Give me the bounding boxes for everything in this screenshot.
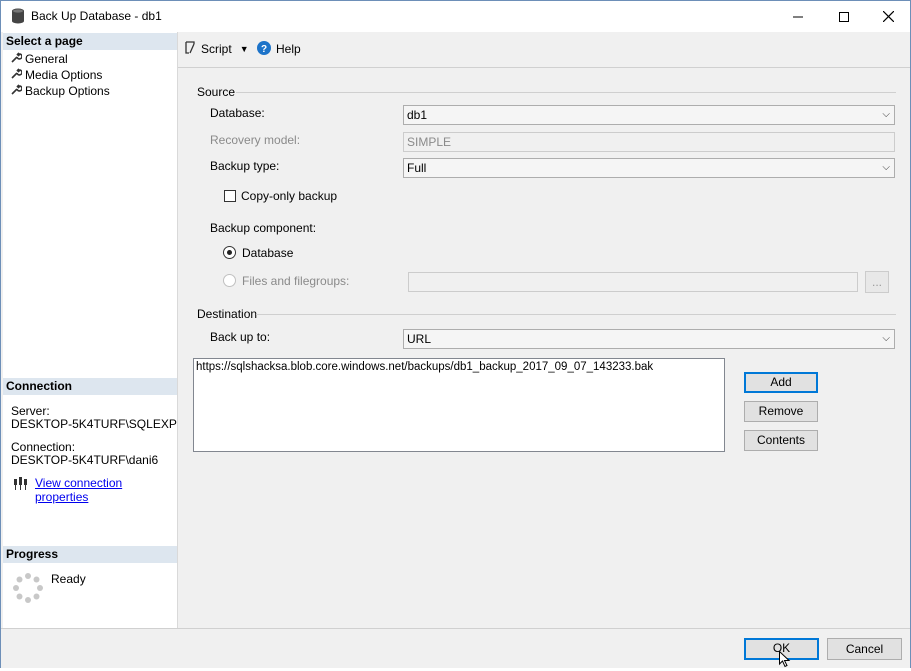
- remove-button[interactable]: Remove: [744, 401, 818, 422]
- server-label: Server:: [11, 404, 50, 418]
- left-panel: Select a page General Media Options Back…: [3, 32, 178, 628]
- wrench-icon: [11, 84, 25, 100]
- recovery-model-field: SIMPLE: [403, 132, 895, 152]
- minimize-icon: [793, 16, 803, 17]
- page-item-general[interactable]: General: [11, 51, 68, 67]
- destination-divider: [256, 314, 896, 315]
- connection-header: Connection: [3, 378, 177, 395]
- script-icon: [184, 40, 197, 58]
- add-button[interactable]: Add: [744, 372, 818, 393]
- page-item-backup-options[interactable]: Backup Options: [11, 83, 110, 99]
- files-browse-button: ...: [865, 271, 889, 293]
- close-button[interactable]: [865, 1, 911, 32]
- title-bar: Back Up Database - db1: [1, 1, 910, 32]
- progress-status: Ready: [51, 572, 86, 586]
- maximize-icon: [839, 11, 849, 22]
- backup-database-dialog: Back Up Database - db1 Select a page Gen…: [0, 0, 911, 668]
- page-item-label: Media Options: [25, 68, 103, 82]
- help-button[interactable]: ? Help: [257, 40, 301, 58]
- backup-type-select[interactable]: Full ⌵: [403, 158, 895, 178]
- dialog-footer: OK Cancel: [1, 628, 910, 668]
- database-label: Database:: [210, 106, 265, 120]
- files-filegroups-field: [408, 272, 858, 292]
- destination-list-item[interactable]: https://sqlshacksa.blob.core.windows.net…: [196, 361, 653, 373]
- page-item-media-options[interactable]: Media Options: [11, 67, 102, 83]
- minimize-button[interactable]: [775, 1, 821, 32]
- connection-label: Connection:: [11, 440, 76, 454]
- page-item-label: Backup Options: [25, 84, 110, 98]
- copy-only-label: Copy-only backup: [241, 189, 338, 203]
- backup-type-label: Backup type:: [210, 159, 280, 173]
- chevron-down-icon: ⌵: [882, 333, 890, 344]
- backup-type-value: Full: [407, 161, 427, 175]
- copy-only-checkbox[interactable]: [224, 190, 236, 202]
- back-up-to-select[interactable]: URL ⌵: [403, 329, 895, 349]
- general-page-content: Source Database: db1 ⌵ Recovery model: S…: [178, 67, 910, 629]
- page-item-label: General: [25, 52, 68, 66]
- component-files-radio: [223, 274, 236, 287]
- chevron-down-icon[interactable]: ▼: [240, 44, 249, 54]
- mouse-cursor-icon: [779, 650, 791, 671]
- window-title: Back Up Database - db1: [31, 9, 162, 23]
- select-page-header: Select a page: [3, 33, 177, 50]
- back-up-to-value: URL: [407, 332, 432, 346]
- recovery-model-value: SIMPLE: [407, 135, 452, 149]
- database-icon: [11, 8, 25, 27]
- backup-component-label: Backup component:: [210, 221, 317, 235]
- database-value: db1: [407, 108, 428, 122]
- progress-spinner-icon: [12, 572, 44, 607]
- view-connection-properties-link[interactable]: View connection properties: [35, 476, 177, 504]
- database-select[interactable]: db1 ⌵: [403, 105, 895, 125]
- chevron-down-icon: ⌵: [882, 162, 890, 173]
- close-icon: [882, 11, 894, 22]
- server-value: DESKTOP-5K4TURF\SQLEXPRE: [11, 417, 177, 431]
- recovery-model-label: Recovery model:: [210, 133, 301, 147]
- svg-text:?: ?: [261, 44, 267, 55]
- destination-list[interactable]: https://sqlshacksa.blob.core.windows.net…: [193, 358, 725, 452]
- source-group-label: Source: [197, 85, 236, 99]
- wrench-icon: [11, 52, 25, 68]
- wrench-icon: [11, 68, 25, 84]
- component-database-radio[interactable]: [223, 246, 236, 259]
- component-files-label: Files and filegroups:: [242, 274, 350, 288]
- source-divider: [236, 92, 896, 93]
- script-label: Script: [201, 42, 232, 56]
- connection-value: DESKTOP-5K4TURF\dani6: [11, 453, 159, 467]
- connection-properties-icon: [13, 477, 29, 494]
- back-up-to-label: Back up to:: [210, 330, 271, 344]
- maximize-button[interactable]: [821, 1, 867, 32]
- contents-button[interactable]: Contents: [744, 430, 818, 451]
- toolbar: Script ▼ ? Help: [178, 32, 910, 66]
- cancel-button[interactable]: Cancel: [827, 638, 902, 660]
- chevron-down-icon: ⌵: [882, 109, 890, 120]
- component-database-label: Database: [242, 246, 294, 260]
- help-icon: ?: [257, 40, 271, 58]
- destination-group-label: Destination: [197, 307, 258, 321]
- script-button[interactable]: Script ▼: [184, 40, 249, 58]
- progress-header: Progress: [3, 546, 177, 563]
- help-label: Help: [276, 42, 301, 56]
